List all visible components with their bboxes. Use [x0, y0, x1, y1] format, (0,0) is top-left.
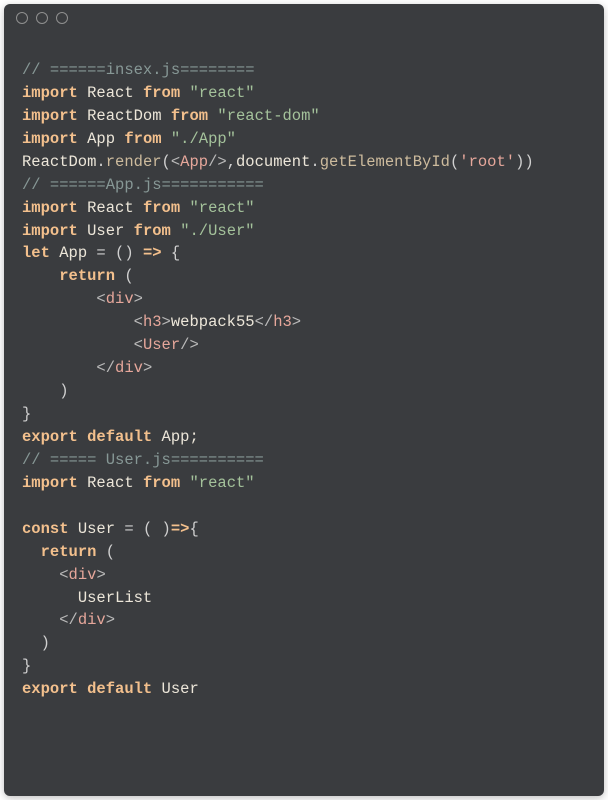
id: React — [87, 474, 134, 492]
comment: // ======insex.js======== — [22, 61, 255, 79]
kw: import — [22, 84, 78, 102]
ang: > — [162, 313, 171, 331]
ang: < — [134, 313, 143, 331]
ang: > — [134, 290, 143, 308]
kw: import — [22, 130, 78, 148]
kw: from — [143, 474, 180, 492]
pn: , — [227, 153, 236, 171]
kw: export default — [22, 680, 152, 698]
close-icon[interactable] — [16, 12, 28, 24]
ang: < — [96, 290, 105, 308]
pn: { — [189, 520, 198, 538]
kw: from — [134, 222, 171, 240]
kw: const — [22, 520, 69, 538]
tag: div — [115, 359, 143, 377]
pn: ( — [115, 267, 134, 285]
code-window: // ======insex.js======== import React f… — [4, 4, 604, 796]
id: ReactDom — [87, 107, 161, 125]
id: User — [87, 222, 124, 240]
pn: ) — [41, 634, 50, 652]
kw: import — [22, 222, 78, 240]
pn: { — [162, 244, 181, 262]
tag: div — [106, 290, 134, 308]
ang: </ — [255, 313, 274, 331]
id: User — [152, 680, 199, 698]
titlebar — [4, 4, 604, 32]
ang: < — [134, 336, 143, 354]
kw: from — [143, 199, 180, 217]
maximize-icon[interactable] — [56, 12, 68, 24]
kw: from — [171, 107, 208, 125]
text: webpack55 — [171, 313, 255, 331]
tag: App — [180, 153, 208, 171]
kw: export default — [22, 428, 152, 446]
id: React — [87, 199, 134, 217]
str: "react" — [189, 199, 254, 217]
arrow: => — [143, 244, 162, 262]
tag: h3 — [143, 313, 162, 331]
ang: /> — [208, 153, 227, 171]
ang: > — [96, 566, 105, 584]
code-block: // ======insex.js======== import React f… — [4, 32, 604, 719]
tag: User — [143, 336, 180, 354]
fn: render — [106, 153, 162, 171]
id: App — [59, 244, 87, 262]
tag: div — [78, 611, 106, 629]
str: "react" — [189, 84, 254, 102]
kw: from — [124, 130, 161, 148]
pn: } — [22, 405, 31, 423]
id: App — [87, 130, 115, 148]
pn: = ( ) — [115, 520, 171, 538]
str: 'root' — [459, 153, 515, 171]
pn: ) — [59, 382, 68, 400]
text: UserList — [78, 589, 152, 607]
fn: getElementById — [320, 153, 450, 171]
pn: } — [22, 657, 31, 675]
str: "./App" — [171, 130, 236, 148]
comment: // ======App.js=========== — [22, 176, 264, 194]
id: App; — [152, 428, 199, 446]
ang: < — [171, 153, 180, 171]
pn: ( — [450, 153, 459, 171]
kw: from — [143, 84, 180, 102]
kw: return — [59, 267, 115, 285]
kw: let — [22, 244, 50, 262]
pn: . — [310, 153, 319, 171]
pn: ( — [162, 153, 171, 171]
ang: > — [292, 313, 301, 331]
str: "react" — [189, 474, 254, 492]
pn: ( — [96, 543, 115, 561]
pn: ) — [524, 153, 533, 171]
tag: div — [69, 566, 97, 584]
str: "react-dom" — [217, 107, 319, 125]
arrow: => — [171, 520, 190, 538]
id: React — [87, 84, 134, 102]
kw: import — [22, 107, 78, 125]
pn: ) — [515, 153, 524, 171]
ang: /> — [180, 336, 199, 354]
ang: > — [143, 359, 152, 377]
id: document — [236, 153, 310, 171]
minimize-icon[interactable] — [36, 12, 48, 24]
kw: return — [41, 543, 97, 561]
id: User — [78, 520, 115, 538]
pn: . — [96, 153, 105, 171]
ang: </ — [96, 359, 115, 377]
str: "./User" — [180, 222, 254, 240]
ang: > — [106, 611, 115, 629]
kw: import — [22, 474, 78, 492]
id: ReactDom — [22, 153, 96, 171]
pn: = () — [87, 244, 143, 262]
tag: h3 — [273, 313, 292, 331]
comment: // ===== User.js========== — [22, 451, 264, 469]
kw: import — [22, 199, 78, 217]
ang: </ — [59, 611, 78, 629]
ang: < — [59, 566, 68, 584]
